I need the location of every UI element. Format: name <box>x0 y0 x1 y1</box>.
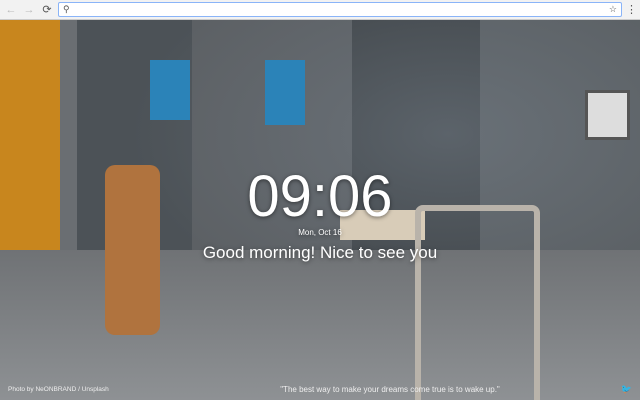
omnibox[interactable]: ⚲ ☆ <box>58 2 622 17</box>
star-icon[interactable]: ☆ <box>609 4 617 15</box>
footer: Photo by NeONBRAND / Unsplash "The best … <box>0 378 640 400</box>
background-photo: 09:06 Mon, Oct 16 Good morning! Nice to … <box>0 20 640 400</box>
omnibox-input[interactable] <box>73 4 609 15</box>
forward-icon[interactable]: → <box>22 3 36 17</box>
quote: "The best way to make your dreams come t… <box>280 384 500 394</box>
blue-machine <box>265 60 305 125</box>
monitor <box>585 90 630 140</box>
back-icon[interactable]: ← <box>4 3 18 17</box>
twitter-icon[interactable]: 🐦 <box>612 384 632 395</box>
reload-icon[interactable]: ⟳ <box>40 3 54 17</box>
browser-toolbar: ← → ⟳ ⚲ ☆ ⋮ <box>0 0 640 20</box>
date: Mon, Oct 16 <box>298 228 342 237</box>
menu-icon[interactable]: ⋮ <box>626 3 637 16</box>
search-icon: ⚲ <box>63 4 70 14</box>
dashboard-center: 09:06 Mon, Oct 16 Good morning! Nice to … <box>0 168 640 263</box>
clock: 09:06 <box>247 164 393 229</box>
greeting: Good morning! Nice to see you <box>202 243 438 262</box>
photo-credit-link[interactable]: Photo by NeONBRAND / Unsplash <box>8 386 168 393</box>
blue-machine <box>150 60 190 120</box>
